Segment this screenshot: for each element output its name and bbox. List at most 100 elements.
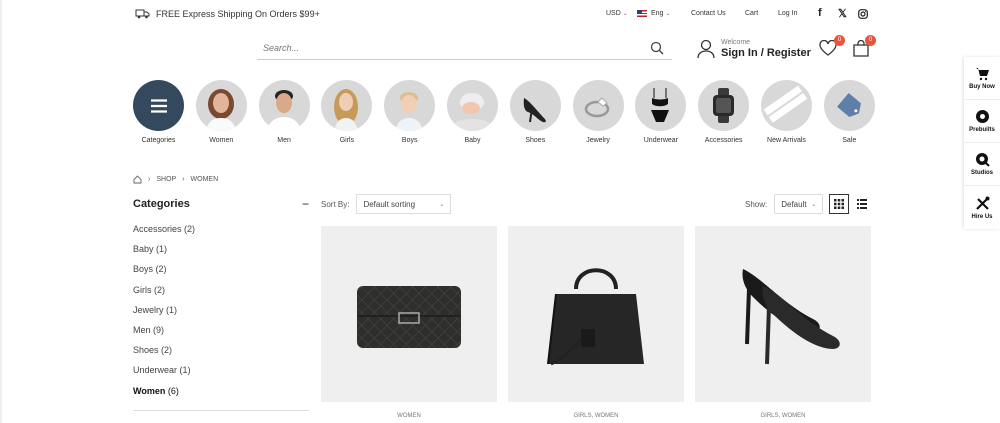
- sidebar-title: Categories: [133, 198, 190, 210]
- product-card[interactable]: [508, 226, 684, 402]
- category-item-women[interactable]: Women: [195, 80, 247, 144]
- tools-icon: [975, 196, 989, 210]
- sidebar-item-shoes[interactable]: Shoes (2): [133, 345, 309, 365]
- sidebar-item-count: (2): [154, 284, 166, 295]
- category-label: Categories: [141, 137, 176, 144]
- sidebar-item-count: (1): [166, 304, 178, 315]
- product-card[interactable]: [695, 226, 871, 402]
- login-link[interactable]: Log In: [778, 10, 797, 17]
- home-icon[interactable]: [133, 175, 142, 184]
- sidebar-item-label: Men: [133, 324, 151, 335]
- currency-select[interactable]: USD ⌄: [606, 10, 628, 17]
- grid-icon: [834, 199, 844, 209]
- category-item-new-arrivals[interactable]: New Arrivals: [760, 80, 812, 144]
- sidebar-item-label: Women: [133, 385, 166, 396]
- category-item-jewelry[interactable]: Jewelry: [572, 80, 624, 144]
- sidebar-item-baby[interactable]: Baby (1): [133, 244, 309, 264]
- sidebar-item-count: (2): [161, 345, 173, 356]
- sidebar-item-count: (2): [184, 224, 196, 234]
- grid-view-button[interactable]: [829, 194, 849, 214]
- category-item-accessories[interactable]: Accessories: [698, 80, 750, 144]
- cart-button[interactable]: 0: [852, 35, 876, 58]
- sort-select[interactable]: Default sorting ⌄: [356, 194, 452, 214]
- signin-register[interactable]: Sign In / Register: [721, 47, 811, 59]
- category-item-shoes[interactable]: Shoes: [509, 80, 561, 144]
- sidebar-item-count: (1): [179, 365, 191, 376]
- contact-link[interactable]: Contact Us: [691, 10, 726, 17]
- prebuilts-button[interactable]: Prebuilts: [964, 100, 1000, 143]
- sidebar-item-underwear[interactable]: Underwear (1): [133, 365, 309, 385]
- search-bar: [257, 37, 672, 60]
- sidebar-item-label: Boys: [133, 264, 154, 275]
- sidebar-item-jewelry[interactable]: Jewelry (1): [133, 305, 309, 325]
- studios-button[interactable]: Studios: [964, 143, 1000, 186]
- hire-us-button[interactable]: Hire Us: [964, 186, 1000, 229]
- category-image: [446, 80, 498, 131]
- buy-now-label: Buy Now: [969, 84, 995, 90]
- product-image-high-heels: [742, 269, 840, 365]
- sidebar-item-accessories[interactable]: Accessories (2): [133, 224, 309, 244]
- sidebar-item-boys[interactable]: Boys (2): [133, 264, 309, 284]
- category-image: [133, 80, 184, 131]
- product-category[interactable]: WOMEN: [321, 413, 497, 419]
- sidebar-item-label: Shoes: [133, 345, 159, 356]
- category-item-girls[interactable]: Girls: [321, 80, 373, 144]
- category-image: [572, 80, 624, 131]
- breadcrumb-shop[interactable]: SHOP: [156, 176, 176, 183]
- shipping-text: FREE Express Shipping On Orders $99+: [156, 8, 320, 19]
- category-image: [258, 80, 310, 131]
- product-card[interactable]: [321, 226, 497, 402]
- sidebar-divider: [133, 410, 309, 411]
- sort-control: Sort By: Default sorting ⌄: [321, 194, 452, 214]
- search-icon[interactable]: [650, 41, 664, 55]
- category-item-boys[interactable]: Boys: [384, 80, 436, 144]
- cart-link[interactable]: Cart: [745, 10, 758, 17]
- sidebar-item-label: Accessories: [133, 224, 182, 234]
- sort-value: Default sorting: [363, 199, 416, 209]
- collapse-icon[interactable]: −: [302, 197, 309, 211]
- category-label: Girls: [339, 137, 355, 144]
- sidebar-item-count: (9): [153, 324, 165, 335]
- shipping-notice: FREE Express Shipping On Orders $99+: [135, 8, 320, 19]
- show-select[interactable]: Default ⌄: [774, 194, 824, 214]
- search-input[interactable]: [257, 37, 637, 59]
- show-control: Show: Default ⌄: [745, 194, 824, 214]
- category-item-underwear[interactable]: Underwear: [635, 80, 687, 144]
- chevron-down-icon: ⌄: [811, 201, 817, 208]
- list-view-button[interactable]: [852, 194, 872, 214]
- sidebar-item-label: Underwear: [133, 365, 178, 376]
- x-twitter-icon[interactable]: 𝕏: [838, 7, 847, 20]
- category-image: [195, 80, 247, 131]
- category-label: Accessories: [704, 137, 743, 144]
- category-item-sale[interactable]: Sale: [823, 80, 875, 144]
- sidebar-item-women[interactable]: Women (6): [133, 386, 309, 406]
- cart-count: 0: [865, 35, 876, 46]
- product-category[interactable]: GIRLS, WOMEN: [508, 413, 684, 419]
- category-label: Boys: [401, 137, 418, 144]
- language-label: Eng: [651, 10, 664, 17]
- category-item-men[interactable]: Men: [258, 80, 310, 144]
- facebook-icon[interactable]: f: [818, 7, 822, 19]
- product-image-quilted-bag: [357, 286, 461, 348]
- instagram-icon[interactable]: [858, 9, 868, 22]
- floating-sidebar: Buy Now Prebuilts Studios Hire Us: [964, 57, 1000, 229]
- sidebar-header[interactable]: Categories −: [133, 197, 309, 211]
- category-strip: Categories Women Men Girls Boys Baby Sho…: [133, 80, 875, 144]
- account-link[interactable]: Welcome Sign In / Register: [697, 39, 811, 59]
- category-item-baby[interactable]: Baby: [446, 80, 498, 144]
- category-item-categories[interactable]: Categories: [133, 80, 184, 144]
- product-category[interactable]: GIRLS, WOMEN: [695, 413, 871, 419]
- category-sidebar: Categories − Accessories (2) Baby (1) Bo…: [133, 197, 309, 411]
- category-image: [823, 80, 875, 131]
- wishlist-button[interactable]: 0: [819, 35, 845, 58]
- language-select[interactable]: Eng ⌄: [637, 10, 671, 17]
- sort-label: Sort By:: [321, 199, 350, 209]
- category-label: Shoes: [525, 137, 546, 144]
- cart-icon: [975, 68, 989, 81]
- sidebar-item-girls[interactable]: Girls (2): [133, 285, 309, 305]
- breadcrumb-current: WOMEN: [190, 176, 219, 183]
- prebuilts-icon: [975, 110, 989, 123]
- buy-now-button[interactable]: Buy Now: [964, 57, 1000, 100]
- sidebar-item-men[interactable]: Men (9): [133, 325, 309, 345]
- currency-label: USD: [606, 10, 621, 17]
